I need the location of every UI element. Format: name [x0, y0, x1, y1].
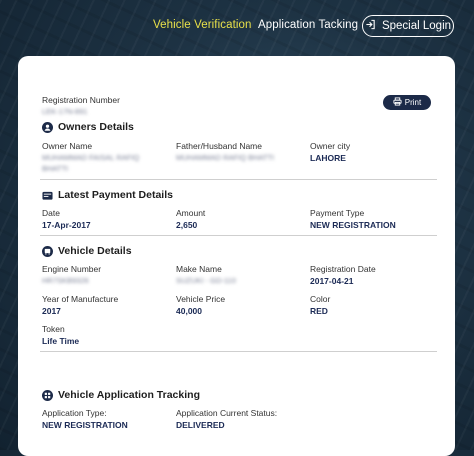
engine-number-label: Engine Number [42, 264, 102, 274]
year-value: 2017 [42, 306, 61, 316]
payment-title: Latest Payment Details [58, 189, 173, 201]
color-label: Color [310, 294, 331, 304]
top-nav: Vehicle Verification Application Tacking… [0, 0, 474, 52]
special-login-button[interactable]: Special Login [362, 15, 454, 37]
payment-section-title: Latest Payment Details [42, 189, 173, 201]
payment-amount-value: 2,650 [176, 220, 198, 230]
payment-date-label: Date [42, 208, 60, 218]
owner-name-label: Owner Name [42, 141, 93, 151]
special-login-label: Special Login [381, 20, 452, 32]
print-label: Print [404, 98, 422, 107]
payment-amount-label: Amount [176, 208, 206, 218]
tracking-title: Vehicle Application Tracking [58, 389, 200, 401]
make-name-value: SUZUKI - GD-110 [176, 276, 236, 285]
token-label: Token [42, 324, 65, 334]
wallet-icon [42, 190, 53, 201]
owner-name-value: MUHAMMAD FAISAL RAFIQ BHATTI [42, 153, 140, 173]
payment-date-value: 17-Apr-2017 [42, 220, 91, 230]
car-icon [42, 245, 53, 257]
vehicle-price-value: 40,000 [176, 306, 202, 316]
registration-value: LEK-17N-891 [42, 107, 88, 116]
vehicle-section-title: Vehicle Details [42, 245, 132, 257]
application-status-label: Application Current Status: [176, 408, 278, 418]
divider [40, 351, 437, 352]
owner-city-label: Owner city [310, 141, 351, 151]
token-value: Life Time [42, 336, 80, 346]
vehicle-title: Vehicle Details [58, 245, 132, 257]
application-type-value: NEW REGISTRATION [42, 420, 128, 430]
tracking-section-title: Vehicle Application Tracking [42, 389, 200, 401]
application-type-label: Application Type: [42, 408, 107, 418]
nav-application-tracking[interactable]: Application Tacking [258, 19, 358, 31]
owners-section-title: Owners Details [42, 121, 134, 133]
payment-type-value: NEW REGISTRATION [310, 220, 396, 230]
application-status-value: DELIVERED [176, 420, 225, 430]
user-icon [42, 121, 53, 133]
printer-icon [393, 97, 402, 108]
registration-label: Registration Number [42, 95, 120, 105]
payment-type-label: Payment Type [310, 208, 365, 218]
login-icon [365, 19, 376, 33]
print-button[interactable]: Print [383, 95, 431, 110]
father-name-label: Father/Husband Name [176, 141, 262, 151]
divider [40, 235, 437, 236]
nav-vehicle-verification[interactable]: Vehicle Verification [153, 19, 252, 31]
registration-date-value: 2017-04-21 [310, 276, 354, 286]
details-card: Print Registration Number LEK-17N-891 Ow… [18, 56, 455, 456]
year-label: Year of Manufacture [42, 294, 119, 304]
father-name-value: MUHAMMAD RAFIQ BHATTI [176, 153, 275, 162]
divider [40, 179, 437, 180]
color-value: RED [310, 306, 328, 316]
owners-title: Owners Details [58, 121, 134, 133]
make-name-label: Make Name [176, 264, 222, 274]
owner-city-value: LAHORE [310, 153, 346, 163]
vehicle-price-label: Vehicle Price [176, 294, 226, 304]
tracking-icon [42, 389, 53, 401]
engine-number-value: HR7SKB9326 [42, 276, 89, 285]
registration-date-label: Registration Date [310, 264, 376, 274]
